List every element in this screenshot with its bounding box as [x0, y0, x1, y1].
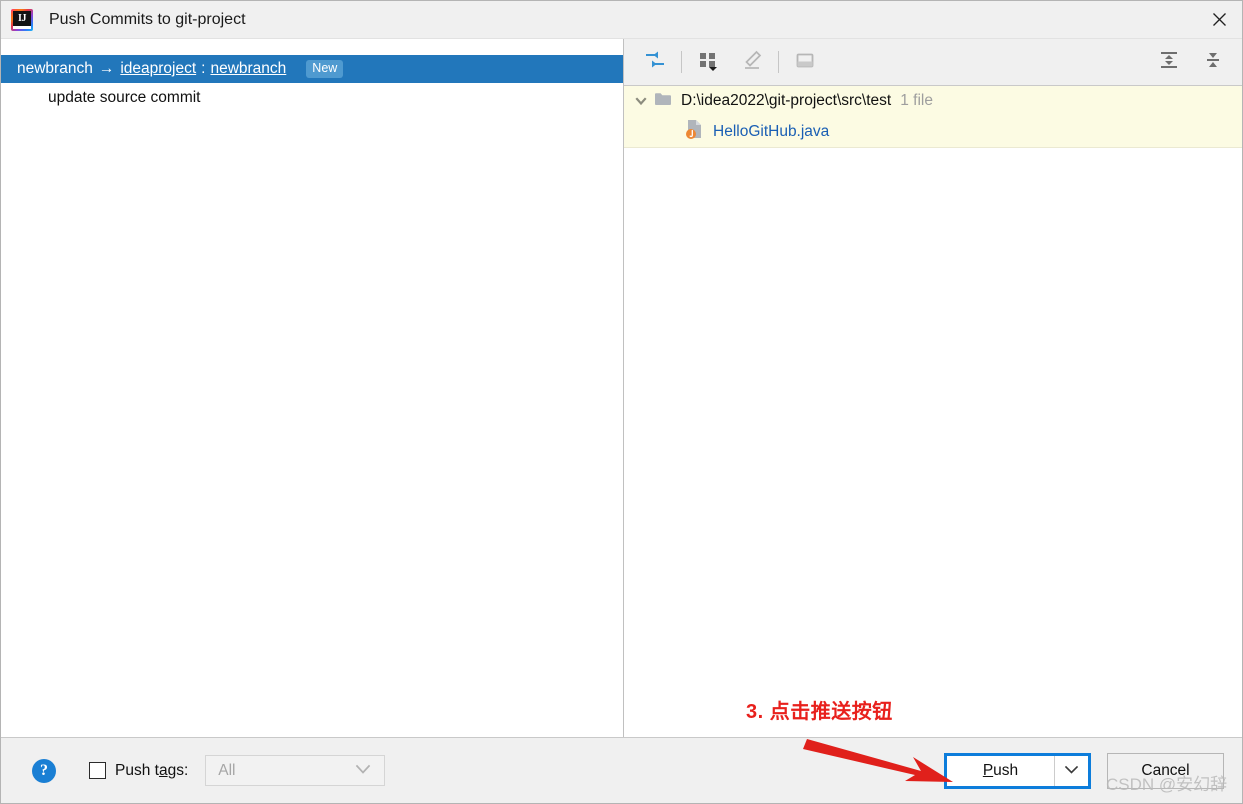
new-branch-badge: New — [306, 59, 344, 79]
help-icon[interactable]: ? — [32, 758, 56, 783]
arrow-right-icon: → — [98, 60, 115, 77]
push-split-button: Push — [944, 752, 1091, 789]
push-tags-label-part1: Push t — [115, 761, 159, 779]
close-icon — [1212, 12, 1227, 27]
tree-file-row[interactable]: HelloGitHub.java — [624, 116, 1242, 147]
push-tags-select-value: All — [218, 761, 236, 779]
tree-directory-row[interactable]: D:\idea2022\git-project\src\test 1 file — [624, 86, 1242, 116]
file-group: D:\idea2022\git-project\src\test 1 file — [624, 86, 1242, 148]
chevron-down-icon — [1064, 762, 1079, 780]
intellij-idea-icon — [11, 8, 33, 31]
expand-all-button[interactable] — [1154, 47, 1184, 77]
changed-files-tree: D:\idea2022\git-project\src\test 1 file — [624, 86, 1242, 737]
expand-all-icon — [1158, 49, 1180, 76]
commits-panel-top-spacer — [1, 39, 623, 55]
commit-message-label: update source commit — [48, 89, 201, 106]
watermark: CSDN @安幻辞 — [1106, 775, 1228, 794]
push-tags-checkbox[interactable] — [89, 762, 106, 779]
files-toolbar — [624, 39, 1242, 86]
push-tags-label-part2: gs: — [167, 761, 189, 779]
push-tags-label-mnemonic: a — [158, 761, 168, 779]
push-button-mnemonic: P — [982, 761, 994, 779]
title-bar: Push Commits to git-project — [1, 1, 1242, 39]
collapse-all-button[interactable] — [1198, 47, 1228, 77]
push-button[interactable]: Push — [947, 755, 1055, 786]
files-panel: D:\idea2022\git-project\src\test 1 file — [624, 39, 1242, 737]
edit-source-button[interactable] — [737, 47, 767, 77]
commits-panel: newbranch → ideaproject : newbranch New … — [1, 39, 624, 737]
file-name-label: HelloGitHub.java — [713, 122, 830, 140]
directory-path-label: D:\idea2022\git-project\src\test — [681, 92, 892, 109]
push-tags-select[interactable]: All — [205, 755, 386, 786]
push-dropdown-button[interactable] — [1055, 755, 1088, 786]
edit-source-icon — [741, 49, 763, 76]
page-title: Push Commits to git-project — [49, 10, 246, 28]
group-by-icon — [697, 49, 719, 76]
dialog-footer: ? Push tags: All Push Cancel — [1, 737, 1242, 803]
push-tags-label: Push tags: — [115, 762, 188, 780]
file-count-label: 1 file — [900, 92, 933, 109]
toolbar-divider-2 — [778, 51, 779, 73]
java-file-icon — [685, 119, 704, 144]
branch-separator: : — [201, 60, 206, 77]
close-button[interactable] — [1196, 1, 1242, 38]
toolbar-divider-1 — [681, 51, 682, 73]
group-by-button[interactable] — [693, 47, 723, 77]
annotation-text: 3. 点击推送按钮 — [746, 701, 893, 723]
commits-panel-empty-area — [1, 113, 623, 737]
collapse-all-icon — [1202, 49, 1224, 76]
show-diff-button[interactable] — [640, 47, 670, 77]
remote-link[interactable]: ideaproject — [120, 60, 196, 78]
branch-target-row[interactable]: newbranch → ideaproject : newbranch New — [1, 55, 623, 83]
push-commits-dialog: Push Commits to git-project newbranch → … — [0, 0, 1243, 804]
target-branch-link[interactable]: newbranch — [210, 60, 286, 78]
list-item[interactable]: update source commit — [1, 83, 623, 113]
chevron-down-icon[interactable] — [628, 86, 654, 116]
folder-icon — [654, 91, 672, 112]
preview-pane-button[interactable] — [790, 47, 820, 77]
push-tags-group: Push tags: All — [89, 755, 386, 786]
show-diff-icon — [644, 49, 666, 76]
push-button-label: ush — [993, 761, 1019, 779]
chevron-down-icon — [355, 762, 371, 780]
dialog-body: newbranch → ideaproject : newbranch New … — [1, 39, 1242, 737]
preview-pane-icon — [794, 49, 816, 76]
source-branch-label: newbranch — [17, 60, 93, 77]
